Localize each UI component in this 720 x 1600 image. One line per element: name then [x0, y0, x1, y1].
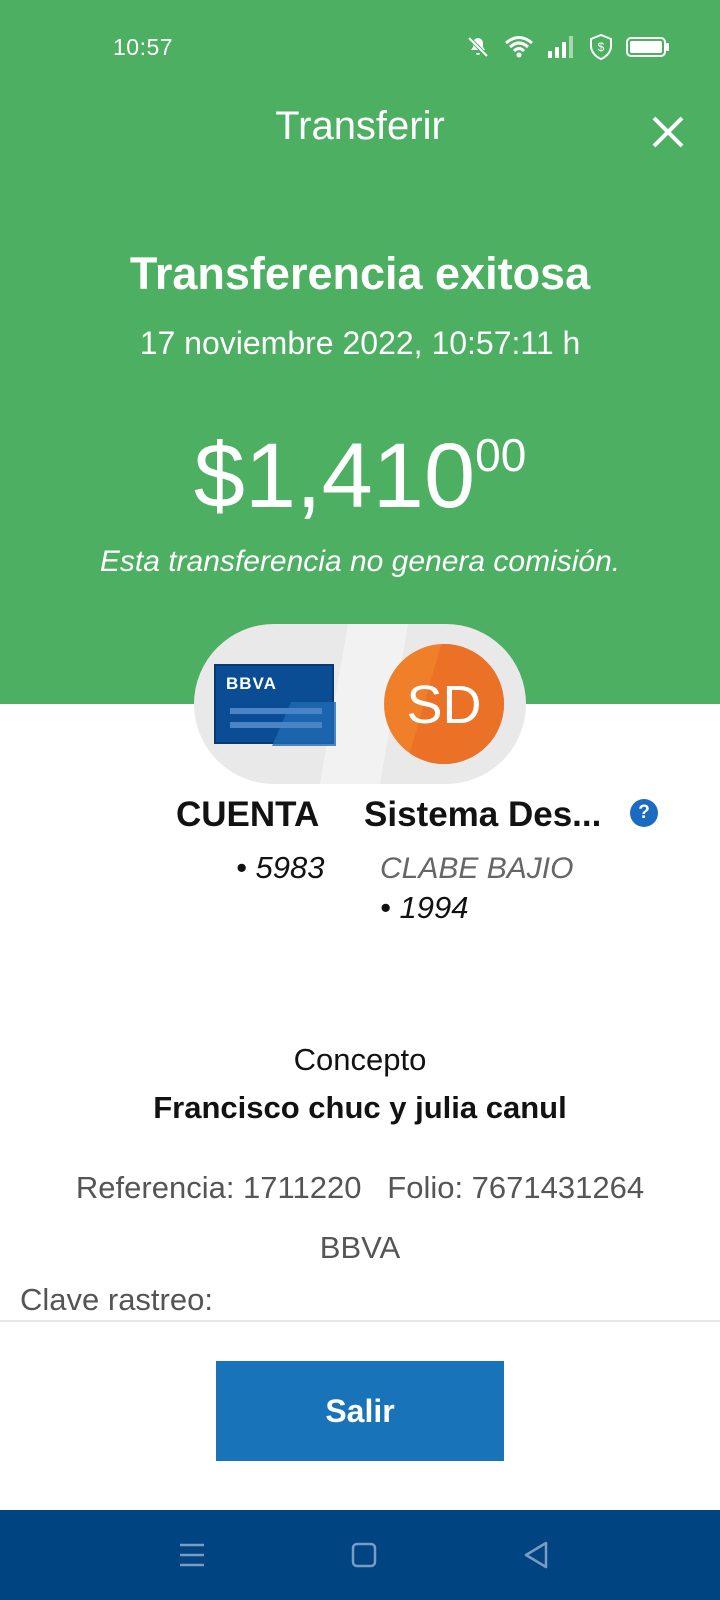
avatar-initials: SD — [406, 675, 482, 735]
shield-dollar-icon: $ — [590, 34, 612, 60]
card-brand: BBVA — [226, 674, 277, 693]
transfer-amount: $1,41000 — [0, 430, 720, 522]
home-icon — [351, 1542, 377, 1568]
status-time: 10:57 — [113, 34, 174, 60]
destination-account-number: • 1994 — [380, 890, 469, 925]
concept-label: Concepto — [293, 1042, 427, 1077]
close-button[interactable] — [646, 110, 690, 154]
bbva-card-icon: BBVA — [214, 664, 336, 746]
origin-account-name: CUENTA — [176, 795, 320, 834]
origin-account-number: • 5983 — [236, 850, 325, 885]
concept-value: Francisco chuc y julia canul — [153, 1090, 567, 1125]
success-headline: Transferencia exitosa — [129, 248, 591, 299]
battery-icon — [626, 37, 669, 57]
app-bar-title: Transferir — [275, 104, 445, 148]
destination-bank: CLABE BAJIO — [380, 852, 574, 885]
amount-cents: 00 — [475, 429, 527, 481]
destination-name: Sistema Des... — [364, 795, 602, 834]
close-icon — [652, 116, 684, 148]
bank-name: BBVA — [319, 1230, 401, 1265]
system-nav-bar — [0, 1510, 720, 1600]
accounts-pill: BBVA SD — [194, 624, 526, 784]
status-icons: $ — [466, 34, 670, 60]
menu-icon — [180, 1543, 204, 1567]
status-bar: 10:57 $ — [0, 0, 720, 96]
reference-folio: Referencia: 1711220 Folio: 7671431264 — [75, 1170, 645, 1205]
signal-icon — [548, 36, 573, 58]
exit-button[interactable]: Salir — [216, 1361, 504, 1461]
amount-main: $1,410 — [193, 425, 476, 527]
card-band — [230, 722, 322, 728]
trace-key-label: Clave rastreo: — [20, 1282, 213, 1317]
card-band — [230, 708, 322, 714]
commission-note: Esta transferencia no genera comisión. — [99, 545, 621, 578]
menu-button[interactable] — [172, 1535, 212, 1575]
home-button[interactable] — [344, 1535, 384, 1575]
avatar: SD — [384, 644, 504, 764]
back-icon — [524, 1541, 548, 1569]
help-icon[interactable]: ? — [630, 799, 658, 827]
svg-text:$: $ — [598, 40, 605, 54]
back-button[interactable] — [516, 1535, 556, 1575]
wifi-icon — [505, 36, 533, 58]
transfer-datetime: 17 noviembre 2022, 10:57:11 h — [139, 325, 581, 361]
bell-muted-icon — [467, 36, 489, 58]
